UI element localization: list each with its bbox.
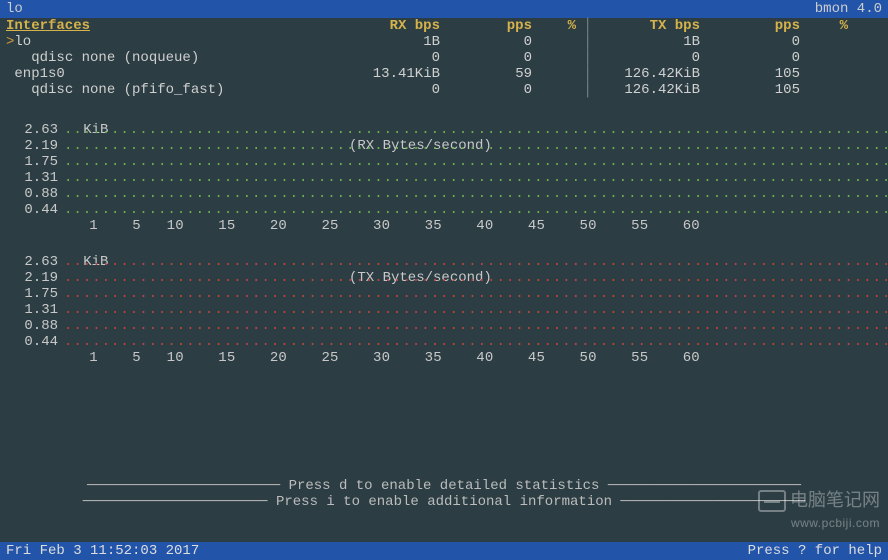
rx-chart: KiB (RX Bytes/second) 2.63..............… <box>10 106 878 234</box>
table-row[interactable]: qdisc none (pfifo_fast) 0 0 │ 126.42KiB … <box>0 82 888 98</box>
tx-chart: KiB (TX Bytes/second) 2.63..............… <box>10 238 878 366</box>
header-pps-2: pps <box>700 18 800 34</box>
hints: ─────────────────────── Press d to enabl… <box>0 478 888 510</box>
hint-additional: ────────────────────── Press i to enable… <box>0 494 888 510</box>
cell-pps-1: 0 <box>440 34 532 50</box>
header-rx-bps: RX bps <box>344 18 440 34</box>
tx-xaxis: 1 5 10 15 20 25 30 35 40 45 50 55 60 <box>10 350 878 366</box>
header-pps-1: pps <box>440 18 532 34</box>
footer-timestamp: Fri Feb 3 11:52:03 2017 <box>6 542 199 560</box>
rx-xaxis: 1 5 10 15 20 25 30 35 40 45 50 55 60 <box>10 218 878 234</box>
cell-tx-bps: 1B <box>596 34 700 50</box>
rx-dotline: ........................................… <box>64 122 888 138</box>
footer-help-hint: Press ? for help <box>748 542 882 560</box>
cell-pct-2 <box>800 34 848 50</box>
row-label: qdisc none (pfifo_fast) <box>0 82 344 98</box>
table-row[interactable]: >lo 1B 0 │ 1B 0 <box>0 34 888 50</box>
cell-pps-2: 0 <box>700 34 800 50</box>
title-right: bmon 4.0 <box>815 0 882 18</box>
cell-rx-bps: 1B <box>344 34 440 50</box>
tx-dotline: ........................................… <box>64 254 888 270</box>
header-sep: │ <box>576 18 596 34</box>
status-bar: Fri Feb 3 11:52:03 2017 Press ? for help <box>0 542 888 560</box>
row-label: >lo <box>0 34 344 50</box>
hint-detailed: ─────────────────────── Press d to enabl… <box>0 478 888 494</box>
cell-sep: │ <box>576 34 596 50</box>
table-header: Interfaces RX bps pps % │ TX bps pps % <box>0 18 888 34</box>
header-tx-bps: TX bps <box>596 18 700 34</box>
header-interfaces: Interfaces <box>0 18 344 34</box>
title-bar: lo bmon 4.0 <box>0 0 888 18</box>
title-left: lo <box>6 0 23 18</box>
header-pct-2: % <box>800 18 848 34</box>
row-label: enp1s0 <box>0 66 344 82</box>
row-label: qdisc none (noqueue) <box>0 50 344 66</box>
charts-area: KiB (RX Bytes/second) 2.63..............… <box>0 98 888 366</box>
table-row[interactable]: enp1s0 13.41KiB 59 │ 126.42KiB 105 <box>0 66 888 82</box>
cell-pct-1 <box>532 34 576 50</box>
table-row[interactable]: qdisc none (noqueue) 0 0 │ 0 0 <box>0 50 888 66</box>
header-pct-1: % <box>532 18 576 34</box>
